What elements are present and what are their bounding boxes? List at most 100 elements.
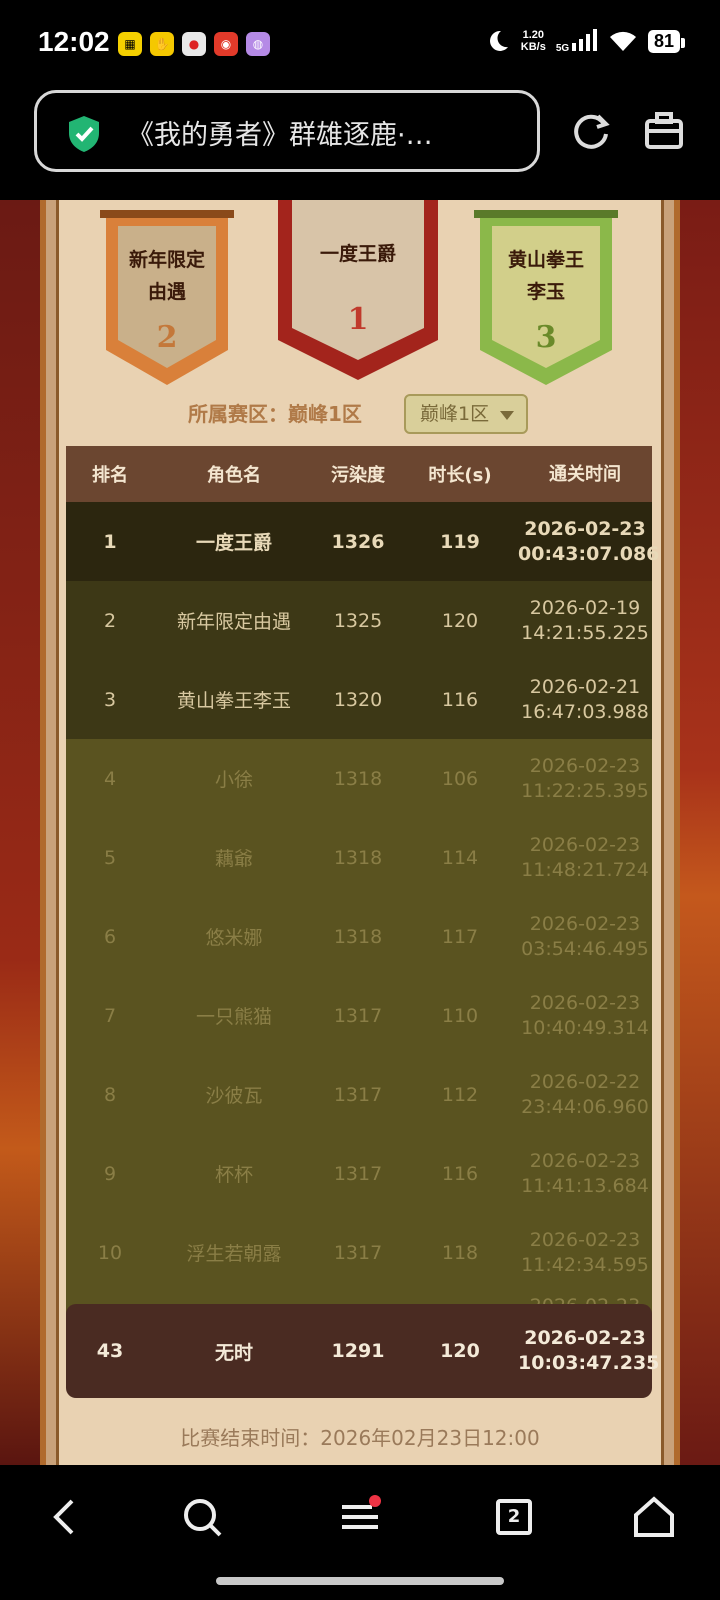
duration-cell: 116: [441, 688, 479, 711]
chevron-down-icon: [500, 411, 514, 420]
net-speed: 1.20 KB/s: [520, 29, 546, 53]
pollution-cell: 1317: [333, 1241, 383, 1264]
address-bar[interactable]: 《我的勇者》群雄逐鹿·…: [34, 90, 540, 172]
pollution-cell: 1317: [333, 1083, 383, 1106]
pollution-cell: 1318: [333, 925, 383, 948]
clear-time-cell: 2026-02-23 11:41:13.684: [521, 1149, 649, 1197]
table-row: 4 小徐 1318 106 2026-02-23 11:22:25.395: [66, 739, 652, 818]
match-end-time: 比赛结束时间：2026年02月23日12:00: [180, 1426, 540, 1450]
rank-cell: 9: [103, 1162, 117, 1185]
rank-cell: 3: [103, 688, 117, 711]
shield-check-icon: [69, 116, 99, 152]
table-row: 8 沙彼瓦 1317 112 2026-02-22 23:44:06.960: [66, 1055, 652, 1134]
duration-cell: 117: [441, 925, 479, 948]
clear-time-cell: 2026-02-23 03:54:46.495: [521, 912, 649, 960]
gesture-bar[interactable]: [216, 1577, 504, 1585]
name-cell: 新年限定由遇: [176, 611, 291, 633]
menu-icon[interactable]: [338, 1495, 382, 1539]
name-cell: 一只熊猫: [195, 1006, 272, 1028]
name-cell: 杯杯: [214, 1164, 253, 1186]
app-notification-icon: ◍: [246, 32, 270, 56]
clear-time-cell: 2026-02-22 23:44:06.960: [521, 1070, 649, 1118]
duration-cell: 106: [441, 767, 479, 790]
rank-cell: 4: [103, 767, 117, 790]
clear-time-cell: 2026-02-19 14:21:55.225: [521, 596, 649, 644]
signal-icon: 5G: [556, 28, 598, 54]
home-icon[interactable]: [632, 1495, 676, 1539]
rank-cell: 8: [103, 1083, 117, 1106]
decorative-side-left: [0, 200, 40, 1465]
name-cell: 黄山拳王李玉: [176, 690, 291, 712]
clear-time-cell: 2026-02-21 16:47:03.988: [521, 675, 649, 723]
pollution-cell: 1320: [333, 688, 383, 711]
clock: 12:02: [38, 26, 110, 57]
rank-cell: 7: [103, 1004, 117, 1027]
clear-time-cell: 2026-02-23 11:48:21.724: [521, 833, 649, 881]
podium-rank-3: 3: [535, 320, 557, 355]
wifi-icon: [609, 31, 636, 51]
moon-icon: [489, 30, 508, 51]
table-row: 5 藕爺 1318 114 2026-02-23 11:48:21.724: [66, 818, 652, 897]
table-row: 7 一只熊猫 1317 110 2026-02-23 10:40:49.314: [66, 976, 652, 1055]
name-cell: 沙彼瓦: [205, 1085, 263, 1107]
podium-banner-1: 一度王爵 1: [270, 200, 446, 385]
podium-rank-2: 2: [156, 320, 178, 355]
duration-cell: 112: [441, 1083, 479, 1106]
zone-dropdown[interactable]: 巅峰1区: [404, 394, 528, 434]
table-row: 6 悠米娜 1318 117 2026-02-23 03:54:46.495: [66, 897, 652, 976]
tabs-button[interactable]: 2: [496, 1499, 532, 1535]
podium-banner-2: 新年限定 由遇 2: [92, 200, 242, 395]
duration-cell: 119: [440, 530, 480, 553]
app-notification-icon: ✋: [150, 32, 174, 56]
zone-row: 所属赛区：巅峰1区 巅峰1区: [0, 394, 720, 434]
clear-time-cell: 2026-02-23 11:22:25.395: [521, 754, 649, 802]
notification-icons: ▦ ✋ ● ◉ ◍: [118, 32, 270, 56]
my-rank-row: 43 无时 1291 120 2026-02-23 10:03:47.235: [66, 1304, 659, 1398]
rank-cell: 5: [103, 846, 117, 869]
toolbox-icon[interactable]: [644, 112, 684, 150]
podium-name-2: 新年限定 由遇: [128, 249, 205, 303]
app-notification-icon: ◉: [214, 32, 238, 56]
reload-icon[interactable]: [570, 110, 612, 152]
page-title: 《我的勇者》群雄逐鹿·…: [127, 120, 433, 151]
back-icon[interactable]: [44, 1495, 88, 1539]
clear-time-cell: 2026-02-23 00:43:07.086: [518, 517, 660, 565]
pollution-cell: 1317: [333, 1162, 383, 1185]
table-row: 10 浮生若朝露 1317 118 2026-02-23 11:42:34.595: [66, 1213, 652, 1292]
pollution-cell: 1318: [333, 767, 383, 790]
duration-cell: 116: [441, 1162, 479, 1185]
search-icon[interactable]: [180, 1495, 224, 1539]
table-row: 3 黄山拳王李玉 1320 116 2026-02-21 16:47:03.988: [66, 660, 652, 739]
pollution-cell: 1317: [333, 1004, 383, 1027]
pollution-cell: 1325: [333, 609, 383, 632]
duration-cell: 110: [441, 1004, 479, 1027]
name-cell: 藕爺: [214, 848, 253, 870]
status-bar: 12:02 ▦ ✋ ● ◉ ◍ 1.20 KB/s 5G 81: [0, 0, 720, 90]
podium-banner-3: 黄山拳王 李玉 3: [466, 200, 626, 395]
name-cell: 悠米娜: [205, 927, 263, 949]
podium-rank-1: 1: [347, 302, 369, 337]
duration-cell: 114: [441, 846, 479, 869]
table-row: 2 新年限定由遇 1325 120 2026-02-19 14:21:55.225: [66, 581, 652, 660]
rank-cell: 6: [103, 925, 117, 948]
system-icons: 1.20 KB/s 5G 81: [485, 28, 686, 54]
clear-time-cell: 2026-02-23 11:42:34.595: [521, 1228, 649, 1276]
name-cell: 一度王爵: [195, 532, 272, 554]
pollution-cell: 1326: [331, 530, 385, 553]
clear-time-cell: 2026-02-23 10:40:49.314: [521, 991, 649, 1039]
podium-name-3: 黄山拳王 李玉: [507, 249, 584, 303]
name-cell: 小徐: [214, 769, 253, 791]
rank-cell: 1: [103, 530, 117, 553]
pollution-cell: 1318: [333, 846, 383, 869]
app-notification-icon: ●: [182, 32, 206, 56]
rank-cell: 2: [103, 609, 117, 632]
rank-cell: 10: [97, 1241, 123, 1264]
decorative-side-right: [680, 200, 720, 1465]
zone-label: 所属赛区：巅峰1区: [188, 402, 362, 426]
table-header: 排名 角色名 污染度 时长(s) 通关时间: [66, 446, 652, 502]
web-page: 新年限定 由遇 2 一度王爵 1 黄山拳王 李玉 3 所属赛区：巅峰1区 巅峰1区 …: [0, 200, 720, 1465]
name-cell: 浮生若朝露: [186, 1243, 282, 1265]
table-row: 9 杯杯 1317 116 2026-02-23 11:41:13.684: [66, 1134, 652, 1213]
duration-cell: 120: [441, 609, 479, 632]
leaderboard-table: 排名 角色名 污染度 时长(s) 通关时间 1 一度王爵 1326 119 2026-0…: [66, 446, 660, 1316]
